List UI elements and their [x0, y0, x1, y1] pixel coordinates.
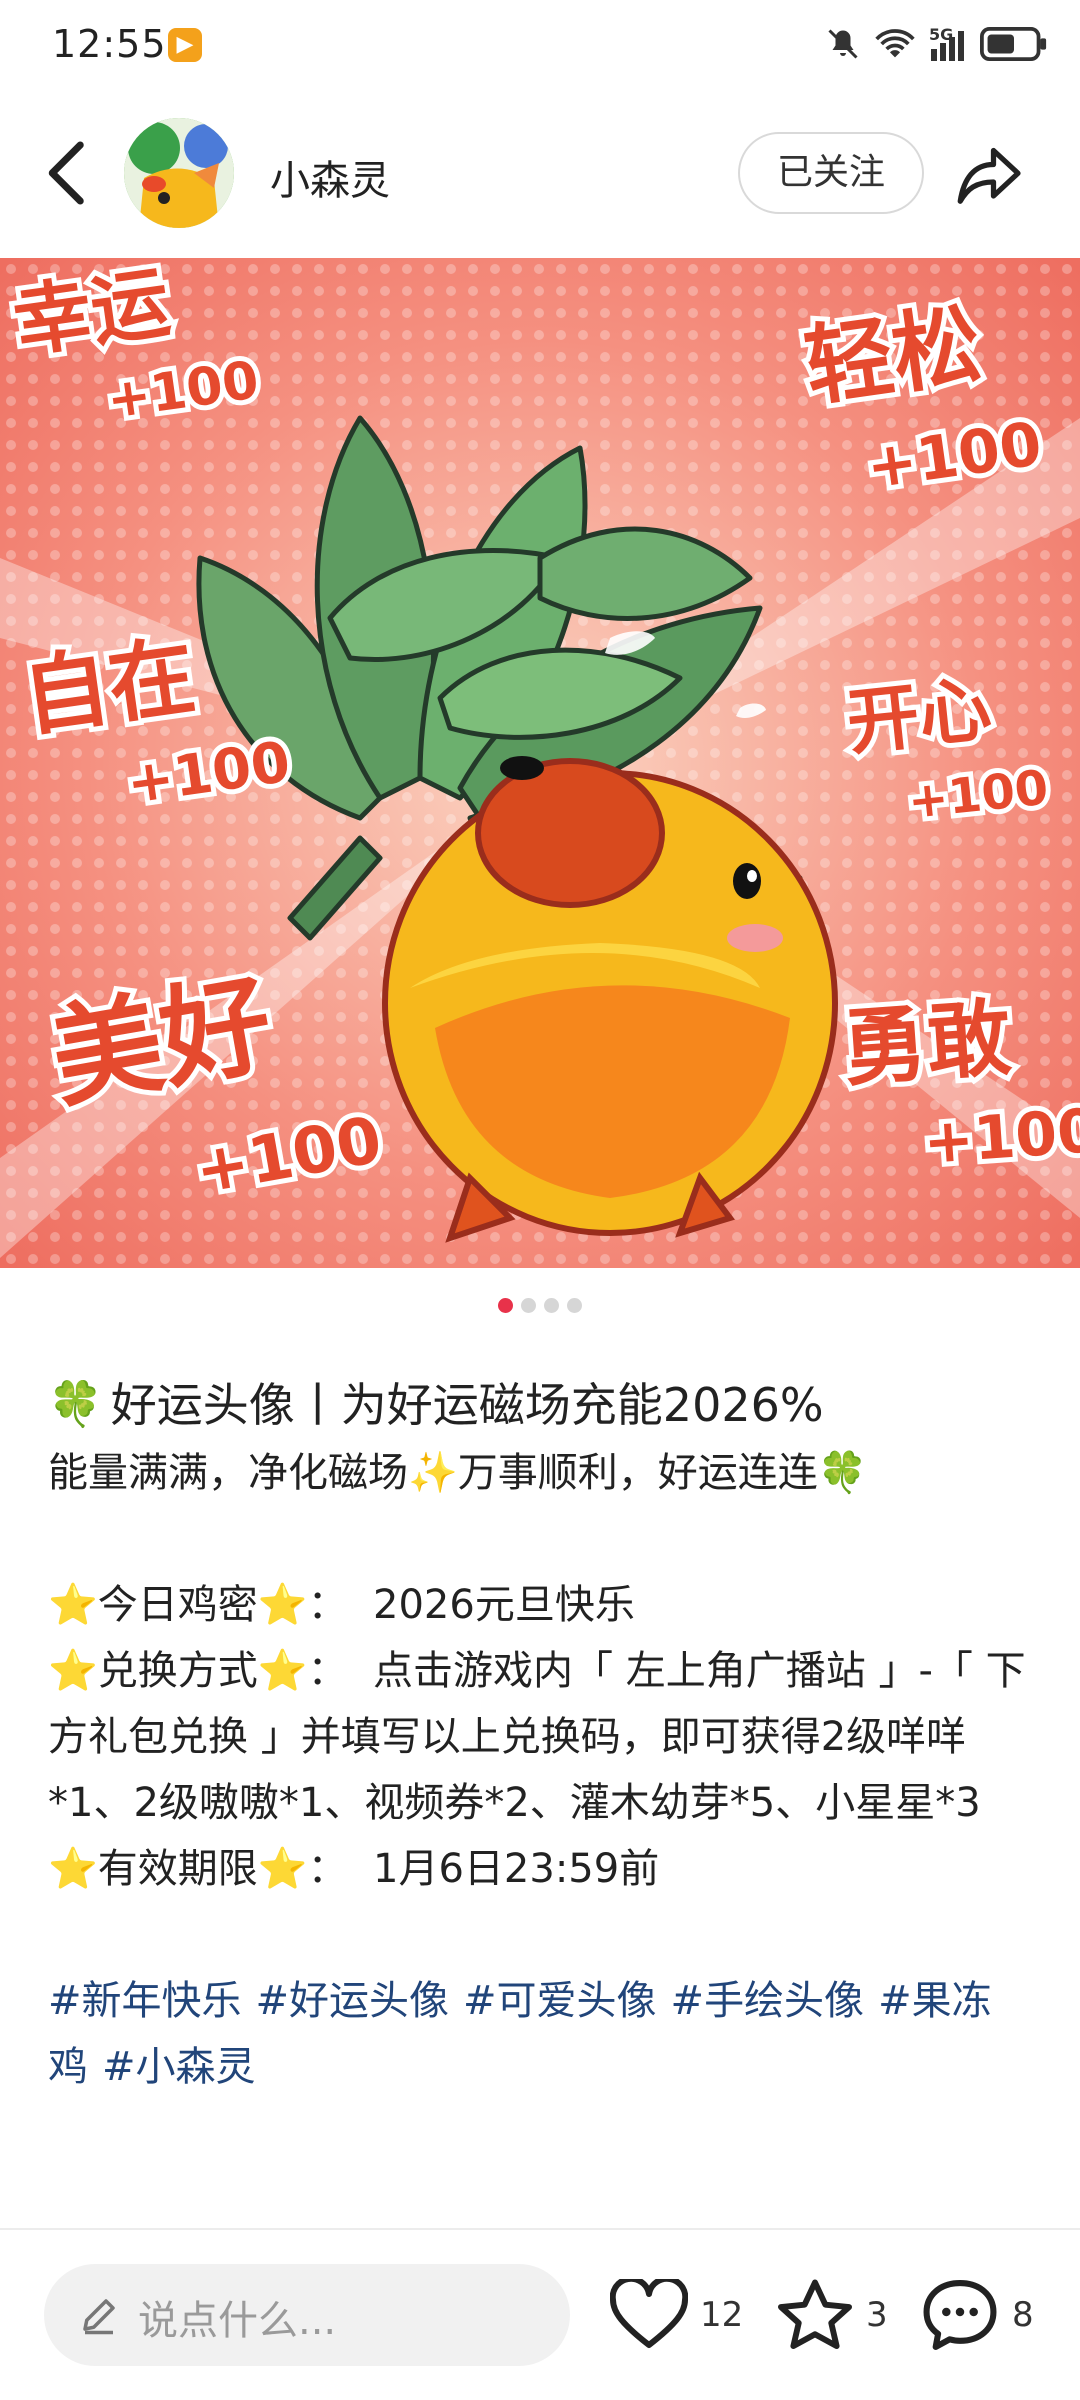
carousel-dot	[521, 1298, 536, 1313]
sticker-word: 开心	[843, 666, 995, 765]
tag-link[interactable]: #好运头像	[256, 1978, 450, 2024]
follow-button[interactable]: 已关注	[738, 132, 924, 214]
tag-link[interactable]: #新年快乐	[48, 1978, 242, 2024]
tag-link[interactable]: #小森灵	[102, 2044, 256, 2090]
notification-icon: ▶	[168, 28, 202, 62]
favorite-button[interactable]: 3	[776, 2270, 888, 2360]
hero-illustration: 幸运 +100 轻松 +100 自在 +100 开心 +100 美好 +100 …	[0, 258, 1080, 1268]
post-content: 🍀 好运头像丨为好运磁场充能2026% 能量满满，净化磁场✨万事顺利，好运连连🍀…	[48, 1370, 1038, 2100]
battery-icon	[980, 27, 1047, 61]
post-description: 能量满满，净化磁场✨万事顺利，好运连连🍀	[48, 1450, 868, 1496]
network-type: 5G	[929, 25, 954, 44]
back-icon[interactable]	[38, 138, 98, 208]
tag-link[interactable]: #手绘头像	[671, 1978, 865, 2024]
carousel-dot-active	[498, 1298, 513, 1313]
bottom-action-bar: 说点什么... 12 3 8	[0, 2230, 1080, 2400]
post-header: 小森灵 已关注	[0, 118, 1080, 228]
comment-count: 8	[1012, 2295, 1034, 2335]
author-avatar[interactable]	[124, 118, 234, 228]
like-count: 12	[700, 2295, 744, 2335]
favorite-count: 3	[866, 2295, 888, 2335]
comment-bubble-icon	[923, 2280, 997, 2350]
status-time: 12:55	[52, 22, 167, 66]
comment-placeholder: 说点什么...	[138, 2298, 337, 2344]
like-button[interactable]: 12	[610, 2270, 743, 2360]
status-icons: 5G	[825, 25, 1050, 62]
share-icon[interactable]	[955, 140, 1025, 210]
pencil-icon	[83, 2299, 115, 2335]
post-image[interactable]: 幸运 +100 轻松 +100 自在 +100 开心 +100 美好 +100 …	[0, 258, 1080, 1268]
signal-icon: 5G	[929, 25, 964, 61]
status-bar: 12:55 ▶ 5G	[0, 0, 1080, 95]
mute-icon	[828, 29, 858, 59]
author-name[interactable]: 小森灵	[270, 148, 390, 206]
carousel-dot	[544, 1298, 559, 1313]
heart-icon	[610, 2279, 688, 2348]
clover-icon: 🍀	[48, 1379, 103, 1430]
post-tags: #新年快乐 #好运头像 #可爱头像 #手绘头像 #果冻鸡 #小森灵	[48, 1968, 1038, 2100]
post-line: ⭐今日鸡密⭐： 2026元旦快乐	[48, 1582, 635, 1628]
sticker-word: 勇敢	[840, 988, 1014, 1097]
avatar-image	[124, 118, 234, 228]
star-icon	[778, 2279, 852, 2350]
post-line: ⭐兑换方式⭐： 点击游戏内「 左上角广播站 」-「 下方礼包兑换 」并填写以上兑…	[48, 1648, 1026, 1826]
post-line: ⭐有效期限⭐： 1月6日23:59前	[48, 1846, 660, 1892]
carousel-indicator	[0, 1298, 1080, 1314]
sticker-bonus: +100	[921, 1096, 1080, 1178]
carousel-dot	[567, 1298, 582, 1313]
comment-input[interactable]: 说点什么...	[44, 2264, 570, 2366]
post-title: 🍀 好运头像丨为好运磁场充能2026%	[48, 1370, 1038, 1440]
wifi-icon	[875, 29, 915, 58]
comment-button[interactable]: 8	[920, 2270, 1034, 2360]
tag-link[interactable]: #可爱头像	[463, 1978, 657, 2024]
post-title-text: 好运头像丨为好运磁场充能2026%	[110, 1378, 824, 1432]
